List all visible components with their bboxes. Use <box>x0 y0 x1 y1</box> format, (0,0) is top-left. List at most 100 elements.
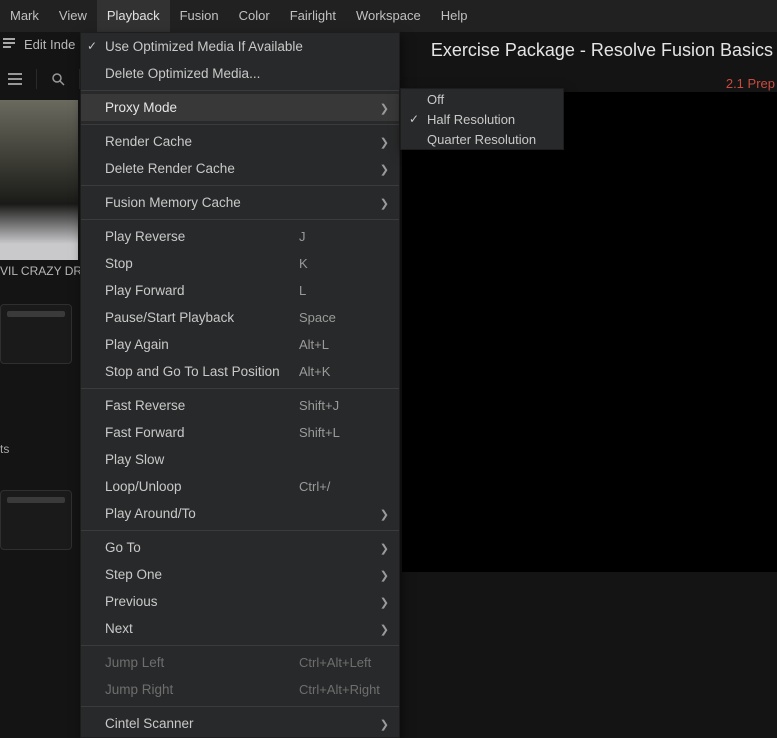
menu-item-label: Cintel Scanner <box>105 716 389 731</box>
menu-item-label: Play Forward <box>105 283 299 298</box>
playback-menu-item[interactable]: ✓Use Optimized Media If Available <box>81 33 399 60</box>
playback-menu-item[interactable]: Next❯ <box>81 615 399 642</box>
project-title: Exercise Package - Resolve Fusion Basics <box>431 40 777 61</box>
playback-menu-item[interactable]: Pause/Start PlaybackSpace <box>81 304 399 331</box>
proxy-mode-submenu: Off ✓Half Resolution Quarter Resolution <box>400 88 564 150</box>
menu-item-label: Play Reverse <box>105 229 299 244</box>
menu-help[interactable]: Help <box>431 0 478 32</box>
menu-item-label: Previous <box>105 594 389 609</box>
edit-index-label[interactable]: Edit Inde <box>24 37 75 52</box>
playback-menu-item[interactable]: Stop and Go To Last PositionAlt+K <box>81 358 399 385</box>
playback-menu-item: Jump LeftCtrl+Alt+Left <box>81 649 399 676</box>
menu-color[interactable]: Color <box>229 0 280 32</box>
menu-view[interactable]: View <box>49 0 97 32</box>
menu-item-label: Proxy Mode <box>105 100 389 115</box>
playback-menu-item[interactable]: Fast ReverseShift+J <box>81 392 399 419</box>
menu-item-label: Stop <box>105 256 299 271</box>
menu-item-label: Delete Optimized Media... <box>105 66 389 81</box>
playback-menu-item[interactable]: Play AgainAlt+L <box>81 331 399 358</box>
bin-label: ts <box>0 442 9 456</box>
playback-menu-item[interactable]: Delete Render Cache❯ <box>81 155 399 182</box>
menu-item-shortcut: Alt+K <box>299 364 389 379</box>
proxy-submenu-item[interactable]: Quarter Resolution <box>401 129 563 149</box>
search-icon[interactable] <box>51 72 65 86</box>
menu-separator <box>81 124 399 125</box>
menu-item-shortcut: Space <box>299 310 389 325</box>
playback-menu-item[interactable]: Fusion Memory Cache❯ <box>81 189 399 216</box>
menu-item-label: Pause/Start Playback <box>105 310 299 325</box>
menu-item-shortcut: J <box>299 229 389 244</box>
submenu-item-label: Half Resolution <box>427 112 515 127</box>
menu-item-label: Go To <box>105 540 389 555</box>
list-view-icon[interactable] <box>8 72 22 86</box>
playback-menu-item[interactable]: Play ForwardL <box>81 277 399 304</box>
menu-item-label: Fast Forward <box>105 425 299 440</box>
menu-workspace[interactable]: Workspace <box>346 0 431 32</box>
submenu-item-label: Off <box>427 92 444 107</box>
viewer-panel <box>402 92 777 572</box>
playback-menu-item: Jump RightCtrl+Alt+Right <box>81 676 399 703</box>
bin-thumbnail[interactable] <box>0 490 72 550</box>
playback-menu-item[interactable]: Step One❯ <box>81 561 399 588</box>
playback-menu-item[interactable]: Play Around/To❯ <box>81 500 399 527</box>
menu-item-label: Delete Render Cache <box>105 161 389 176</box>
menu-item-shortcut: Ctrl+Alt+Right <box>299 682 389 697</box>
menu-separator <box>81 645 399 646</box>
menu-fairlight[interactable]: Fairlight <box>280 0 346 32</box>
menu-item-label: Jump Left <box>105 655 299 670</box>
menu-item-shortcut: Ctrl+/ <box>299 479 389 494</box>
playback-menu-item[interactable]: Play Slow <box>81 446 399 473</box>
menu-item-shortcut: Shift+J <box>299 398 389 413</box>
menu-item-shortcut: Ctrl+Alt+Left <box>299 655 389 670</box>
menu-separator <box>81 388 399 389</box>
menu-item-label: Play Again <box>105 337 299 352</box>
playback-menu-item[interactable]: Proxy Mode❯ <box>81 94 399 121</box>
playback-menu-item[interactable]: Render Cache❯ <box>81 128 399 155</box>
menubar: Mark View Playback Fusion Color Fairligh… <box>0 0 777 32</box>
menu-separator <box>81 706 399 707</box>
playback-menu-item[interactable]: Previous❯ <box>81 588 399 615</box>
clip-thumbnail[interactable] <box>0 100 78 260</box>
edit-index-icon[interactable] <box>2 36 16 53</box>
playback-dropdown: ✓Use Optimized Media If Available Delete … <box>80 32 400 738</box>
proxy-submenu-item[interactable]: Off <box>401 89 563 109</box>
playback-menu-item[interactable]: Go To❯ <box>81 534 399 561</box>
menu-item-shortcut: K <box>299 256 389 271</box>
menu-item-label: Loop/Unloop <box>105 479 299 494</box>
playback-menu-item[interactable]: Cintel Scanner❯ <box>81 710 399 737</box>
menu-item-label: Next <box>105 621 389 636</box>
menu-item-shortcut: Shift+L <box>299 425 389 440</box>
playback-menu-item[interactable]: StopK <box>81 250 399 277</box>
menu-item-label: Use Optimized Media If Available <box>105 39 389 54</box>
menu-playback[interactable]: Playback <box>97 0 170 32</box>
menu-item-label: Fast Reverse <box>105 398 299 413</box>
menu-separator <box>81 219 399 220</box>
media-toolbar <box>0 66 84 92</box>
menu-separator <box>81 90 399 91</box>
menu-item-label: Play Slow <box>105 452 389 467</box>
menu-item-shortcut: L <box>299 283 389 298</box>
menu-fusion[interactable]: Fusion <box>170 0 229 32</box>
chevron-right-icon: ❯ <box>380 718 389 731</box>
timeline-name[interactable]: 2.1 Prep <box>726 76 775 91</box>
playback-menu-item[interactable]: Loop/UnloopCtrl+/ <box>81 473 399 500</box>
playback-menu-item[interactable]: Play ReverseJ <box>81 223 399 250</box>
playback-menu-item[interactable]: Delete Optimized Media... <box>81 60 399 87</box>
menu-mark[interactable]: Mark <box>0 0 49 32</box>
chevron-right-icon: ❯ <box>380 136 389 149</box>
menu-item-label: Step One <box>105 567 389 582</box>
chevron-right-icon: ❯ <box>380 197 389 210</box>
menu-item-label: Fusion Memory Cache <box>105 195 389 210</box>
menu-item-label: Stop and Go To Last Position <box>105 364 299 379</box>
menu-separator <box>81 185 399 186</box>
menu-separator <box>81 530 399 531</box>
playback-menu-item[interactable]: Fast ForwardShift+L <box>81 419 399 446</box>
bin-thumbnail[interactable] <box>0 304 72 364</box>
proxy-submenu-item[interactable]: ✓Half Resolution <box>401 109 563 129</box>
submenu-item-label: Quarter Resolution <box>427 132 536 147</box>
menu-item-label: Jump Right <box>105 682 299 697</box>
chevron-right-icon: ❯ <box>380 163 389 176</box>
menu-item-label: Play Around/To <box>105 506 389 521</box>
chevron-right-icon: ❯ <box>380 508 389 521</box>
menu-item-shortcut: Alt+L <box>299 337 389 352</box>
